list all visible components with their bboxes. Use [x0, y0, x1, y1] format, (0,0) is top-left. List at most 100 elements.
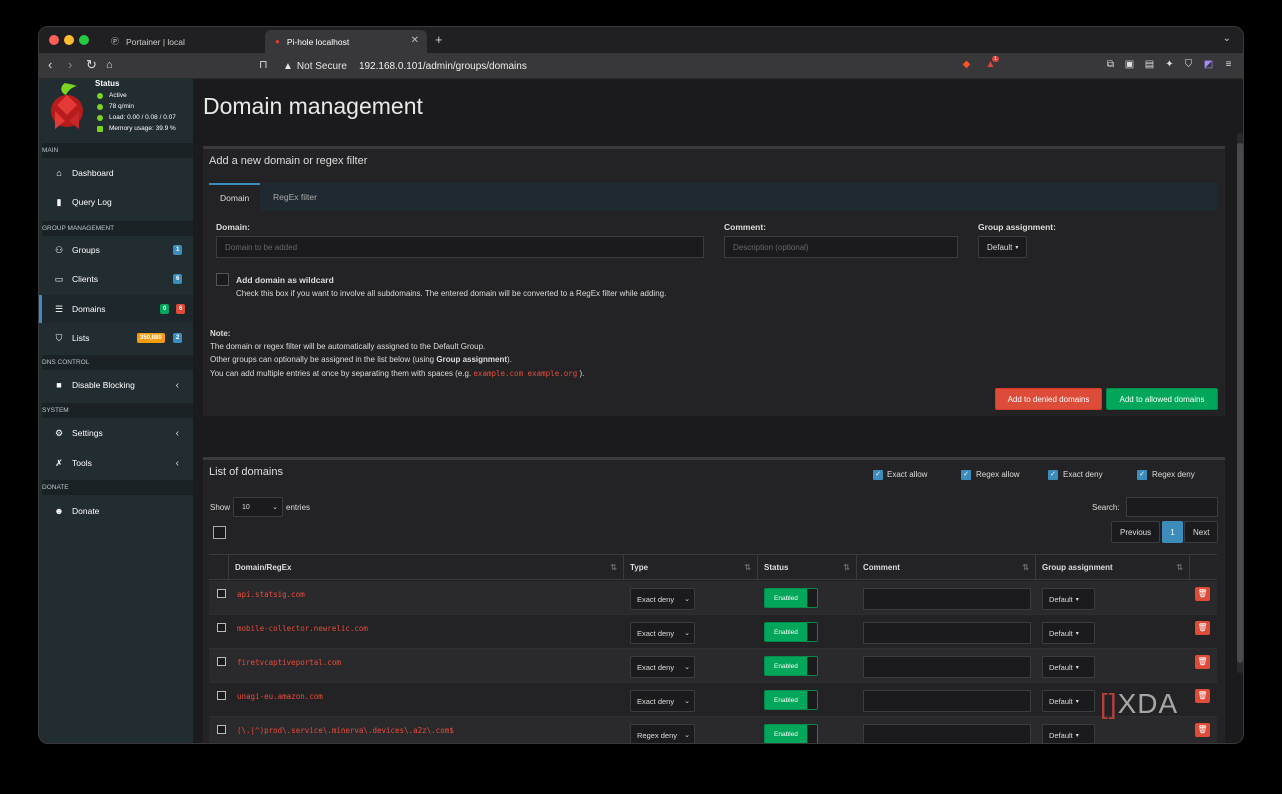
status-dot-icon: [97, 92, 103, 99]
scrollbar-thumb[interactable]: [1237, 143, 1243, 663]
group-select[interactable]: Default ▾: [1042, 724, 1095, 743]
domain-input[interactable]: Domain to be added: [216, 236, 704, 258]
comment-input[interactable]: [863, 588, 1031, 610]
type-select[interactable]: Regex deny ⌄: [630, 724, 695, 743]
shield-icon: ⛉: [55, 332, 63, 343]
sidebar-item-tools[interactable]: ✗ Tools ‹: [39, 449, 193, 477]
extensions-icon[interactable]: ⧉: [1105, 59, 1116, 70]
caret-down-icon: ▾: [1075, 698, 1079, 705]
sort-icon: ⇅: [1022, 562, 1029, 572]
users-icon: ⚇: [54, 244, 64, 255]
status-toggle[interactable]: Enabled: [764, 724, 818, 743]
comment-input[interactable]: [863, 724, 1031, 743]
note-title: Note:: [210, 329, 231, 338]
add-to-denied-button[interactable]: Add to denied domains: [995, 388, 1102, 410]
column-comment[interactable]: Comment ⇅: [857, 554, 1036, 580]
comment-input[interactable]: [863, 622, 1031, 644]
leo-ai-icon[interactable]: ✦: [1164, 59, 1175, 70]
filter-regex-allow-checkbox[interactable]: ✓: [961, 470, 971, 480]
domain-list-box: List of domains ✓ Exact allow ✓ Regex al…: [203, 457, 1225, 743]
close-window-button[interactable]: [49, 35, 59, 45]
menu-icon[interactable]: ≡: [1223, 59, 1234, 70]
toggle-knob: [807, 623, 817, 641]
status-toggle[interactable]: Enabled: [764, 690, 818, 710]
sidebar-item-groups[interactable]: ⚇ Groups 1: [39, 236, 193, 264]
back-icon[interactable]: ‹: [48, 58, 52, 72]
address-bar[interactable]: ▲ Not Secure 192.168.0.101/admin/groups/…: [275, 56, 995, 76]
sidebar-item-clients[interactable]: ▭ Clients 6: [39, 265, 193, 293]
row-checkbox[interactable]: [217, 589, 226, 598]
add-to-allowed-button[interactable]: Add to allowed domains: [1106, 388, 1218, 410]
vpn-icon[interactable]: ⛉: [1183, 59, 1194, 70]
memory-icon: [97, 125, 103, 132]
note-line-2: Other groups can optionally be assigned …: [210, 355, 512, 364]
type-select[interactable]: Exact deny ⌄: [630, 588, 695, 610]
delete-icon[interactable]: 🗑: [1195, 723, 1210, 737]
home-icon[interactable]: ⌂: [106, 58, 113, 72]
wallet-icon[interactable]: ▤: [1144, 59, 1155, 70]
comment-input[interactable]: [863, 656, 1031, 678]
sidebar-item-settings[interactable]: ⚙ Settings ‹: [39, 419, 193, 447]
group-select[interactable]: Default ▾: [1042, 588, 1095, 610]
status-toggle[interactable]: Enabled: [764, 656, 818, 676]
sidebar-item-dashboard[interactable]: ⌂ Dashboard: [39, 159, 193, 187]
forward-icon[interactable]: ›: [68, 58, 72, 72]
type-select[interactable]: Exact deny ⌄: [630, 656, 695, 678]
tab-regex-filter[interactable]: RegEx filter: [262, 183, 328, 211]
row-checkbox[interactable]: [217, 657, 226, 666]
column-status[interactable]: Status ⇅: [758, 554, 857, 580]
type-select[interactable]: Exact deny ⌄: [630, 622, 695, 644]
group-select[interactable]: Default ▾: [1042, 690, 1095, 712]
group-assignment-select[interactable]: Default ▾: [978, 236, 1028, 258]
pagination-next[interactable]: Next: [1184, 521, 1219, 543]
type-select[interactable]: Exact deny ⌄: [630, 690, 695, 712]
search-input[interactable]: [1126, 497, 1218, 517]
group-select[interactable]: Default ▾: [1042, 622, 1095, 644]
sidebar-item-disable-blocking[interactable]: ■ Disable Blocking ‹: [39, 371, 193, 399]
filter-exact-allow-checkbox[interactable]: ✓: [873, 470, 883, 480]
sidebar-item-domains[interactable]: ☰ Domains 0 6: [39, 295, 193, 323]
add-box-title: Add a new domain or regex filter: [209, 155, 368, 167]
column-domain[interactable]: Domain/RegEx ⇅: [229, 554, 624, 580]
sidebar-item-query-log[interactable]: ▮ Query Log: [39, 188, 193, 216]
column-group-assignment[interactable]: Group assignment ⇅: [1036, 554, 1190, 580]
sidebar-item-lists[interactable]: ⛉ Lists 350,880 2: [39, 324, 193, 352]
delete-icon[interactable]: 🗑: [1195, 655, 1210, 669]
comment-input[interactable]: [863, 690, 1031, 712]
filter-exact-deny-checkbox[interactable]: ✓: [1048, 470, 1058, 480]
tab-portainer[interactable]: Ⓟ Portainer | local: [101, 30, 263, 53]
sidebar-item-donate[interactable]: ☻ Donate: [39, 497, 193, 525]
bookmark-icon[interactable]: ⊓: [259, 58, 268, 72]
sidebar-toggle-icon[interactable]: ▣: [1124, 59, 1135, 70]
column-type[interactable]: Type ⇅: [624, 554, 758, 580]
chevron-down-icon[interactable]: ⌄: [1223, 33, 1231, 44]
pagination-previous[interactable]: Previous: [1111, 521, 1161, 543]
comment-input[interactable]: Description (optional): [724, 236, 958, 258]
profile-icon[interactable]: ◩: [1203, 59, 1214, 70]
status-toggle[interactable]: Enabled: [764, 588, 818, 608]
tab-domain[interactable]: Domain: [209, 183, 261, 211]
reload-icon[interactable]: ↻: [86, 58, 97, 72]
row-checkbox[interactable]: [217, 725, 226, 734]
row-checkbox[interactable]: [217, 623, 226, 632]
wildcard-checkbox[interactable]: [216, 273, 229, 286]
minimize-window-button[interactable]: [64, 35, 74, 45]
lists-count-badge: 2: [173, 333, 183, 343]
entries-select[interactable]: 10 ⌄: [233, 497, 283, 517]
new-tab-button[interactable]: +: [435, 32, 443, 47]
status-toggle[interactable]: Enabled: [764, 622, 818, 642]
zoom-window-button[interactable]: [79, 35, 89, 45]
security-status: Not Secure: [296, 60, 347, 72]
close-tab-icon[interactable]: ✕: [411, 35, 419, 46]
delete-icon[interactable]: 🗑: [1195, 689, 1210, 703]
group-select[interactable]: Default ▾: [1042, 656, 1095, 678]
tab-pihole[interactable]: ● Pi-hole localhost ✕: [265, 30, 427, 53]
filter-regex-deny-checkbox[interactable]: ✓: [1137, 470, 1147, 480]
brave-lion-icon[interactable]: ◆: [961, 59, 972, 70]
pagination-page-1[interactable]: 1: [1162, 521, 1183, 543]
select-all-checkbox[interactable]: [213, 526, 226, 539]
delete-icon[interactable]: 🗑: [1195, 587, 1210, 601]
row-checkbox[interactable]: [217, 691, 226, 700]
delete-icon[interactable]: 🗑: [1195, 621, 1210, 635]
section-dns-control: DNS CONTROL: [42, 355, 193, 370]
